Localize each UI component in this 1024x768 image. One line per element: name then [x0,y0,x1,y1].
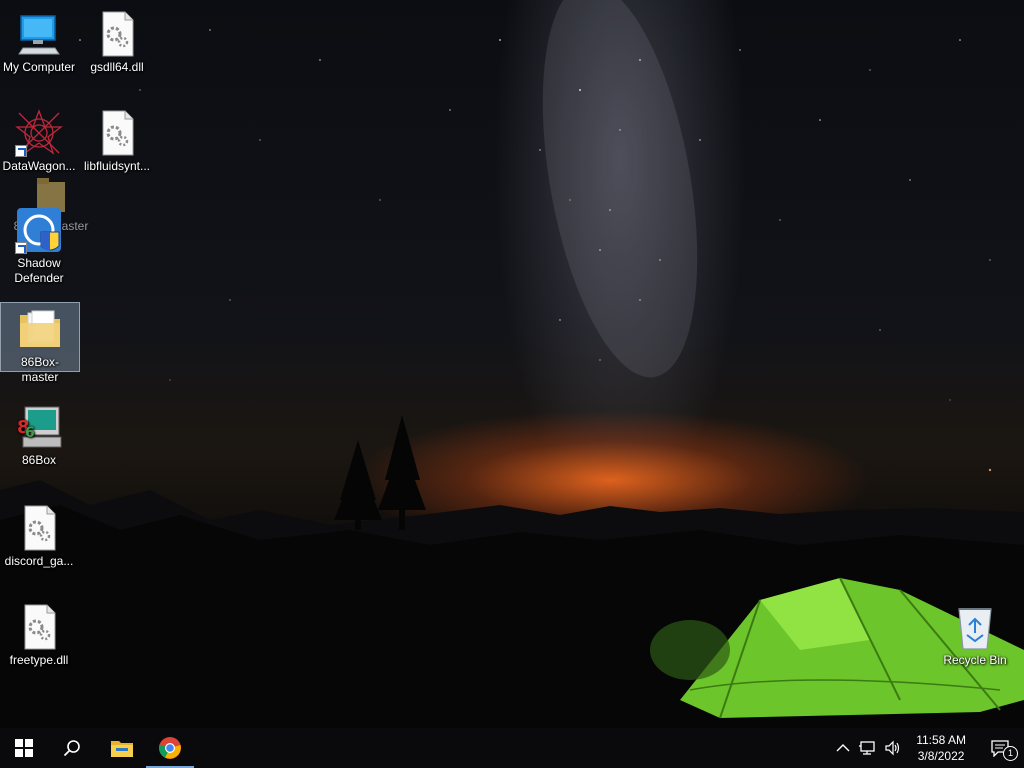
volume-button[interactable] [880,728,906,768]
network-icon [859,741,875,755]
dll-file-icon [102,110,134,156]
taskbar-file-explorer[interactable] [98,728,146,768]
start-button[interactable] [0,728,48,768]
desktop-icon-label: discord_ga... [4,554,74,568]
desktop-icon-datawagon[interactable]: DataWagon... [0,103,78,174]
dll-file-icon [102,11,134,57]
desktop-icon-label: 86Box [21,453,57,467]
show-hidden-icons-button[interactable] [832,728,854,768]
desktop-icon-shadow-defender[interactable]: Shadow Defender [0,200,78,286]
taskbar-clock[interactable]: 11:58 AM 3/8/2022 [906,732,976,764]
desktop-icon-86box[interactable]: 8 6 86Box [0,397,78,468]
taskbar-chrome[interactable] [146,728,194,768]
recycle-bin-icon [958,608,992,650]
file-explorer-icon [111,741,133,757]
desktop[interactable]: 86Box-master My Computer gsdll64.dll [0,0,1024,728]
chrome-icon [159,737,181,759]
desktop-icon-my-computer[interactable]: My Computer [0,4,78,75]
desktop-icon-gsdll64[interactable]: gsdll64.dll [78,4,156,75]
desktop-icon-86box-master-folder[interactable]: 86Box-master [0,302,80,384]
network-button[interactable] [854,728,880,768]
desktop-icon-label: gsdll64.dll [90,60,144,74]
desktop-icon-label: Shadow Defender [14,256,64,285]
clock-date: 3/8/2022 [917,749,965,763]
system-tray: 11:58 AM 3/8/2022 1 [832,728,1024,768]
dll-file-icon [24,505,56,551]
desktop-icon-label: My Computer [2,60,76,74]
dll-file-icon [24,604,56,650]
desktop-icon-recycle-bin[interactable]: Recycle Bin [936,597,1014,668]
search-icon [63,740,80,757]
shortcut-arrow-icon [15,242,27,254]
clock-time: 11:58 AM [916,733,966,747]
folder-icon [20,310,60,347]
desktop-icon-label: 86Box-master [20,355,60,384]
starfield-background [79,0,992,472]
search-button[interactable] [48,728,96,768]
desktop-icon-label: DataWagon... [2,159,76,173]
desktop-icon-label: Recycle Bin [943,653,1007,667]
svg-text:6: 6 [25,425,35,441]
chevron-up-icon [836,744,850,752]
action-center-button[interactable]: 1 [976,728,1024,768]
desktop-icon-libfluidsynth[interactable]: libfluidsynt... [78,103,156,174]
volume-icon [885,740,900,756]
computer-icon [18,15,60,55]
taskbar: 11:58 AM 3/8/2022 1 [0,728,1024,768]
shortcut-arrow-icon [15,145,27,157]
86box-app-icon: 8 6 [17,406,62,448]
desktop-icon-label: freetype.dll [9,653,69,667]
notification-badge: 1 [1003,746,1018,761]
windows-start-icon [15,739,33,757]
desktop-icon-discord-game[interactable]: discord_ga... [0,498,78,569]
desktop-icon-freetype[interactable]: freetype.dll [0,597,78,668]
desktop-icon-label: libfluidsynt... [83,159,151,173]
